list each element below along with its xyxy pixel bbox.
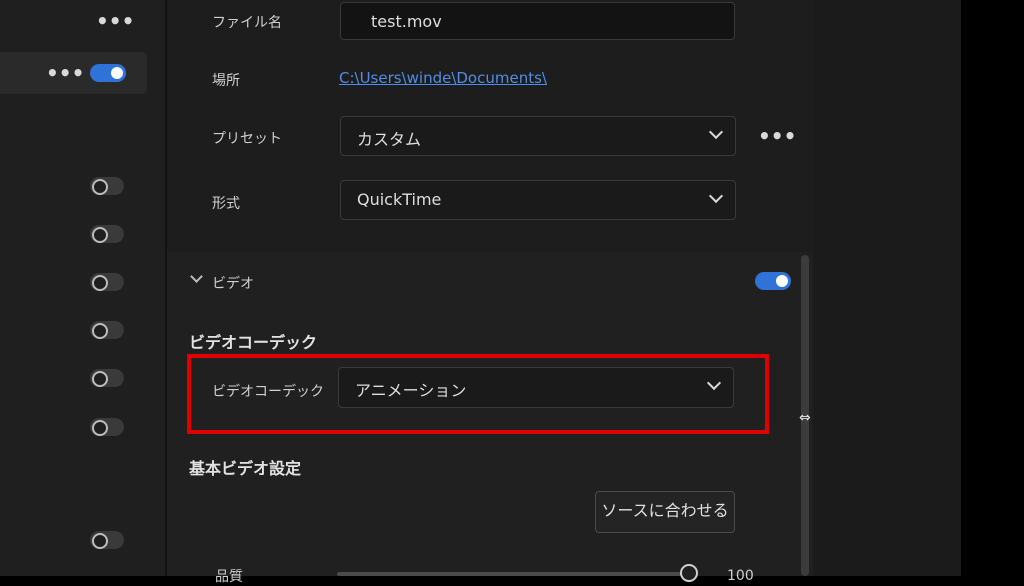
highlight-box <box>187 354 769 434</box>
row-toggle-off[interactable] <box>90 369 124 387</box>
preset-dropdown[interactable]: カスタム <box>340 116 736 156</box>
filename-label: ファイル名 <box>212 15 282 31</box>
format-label: 形式 <box>212 196 240 212</box>
chevron-down-icon <box>708 124 724 140</box>
row-toggle-off[interactable] <box>90 225 124 243</box>
right-panel <box>813 0 961 576</box>
row-toggle-off[interactable] <box>90 531 124 549</box>
left-panel: ••• ••• <box>0 0 165 576</box>
export-settings-panel: ファイル名 test.mov 場所 C:\Users\winde\Documen… <box>167 0 813 585</box>
row-more-options-icon[interactable]: ••• <box>46 63 84 83</box>
basic-video-settings-heading: 基本ビデオ設定 <box>189 459 302 478</box>
row-toggle-off[interactable] <box>90 418 124 436</box>
match-source-button[interactable]: ソースに合わせる <box>595 491 735 533</box>
format-dropdown[interactable]: QuickTime <box>340 180 736 220</box>
quality-slider-knob[interactable] <box>680 564 698 582</box>
outer-background <box>961 0 1024 576</box>
video-codec-heading: ビデオコーデック <box>189 333 318 352</box>
collapse-chevron-icon[interactable] <box>190 270 203 283</box>
video-section-label[interactable]: ビデオ <box>212 273 254 293</box>
preset-label: プリセット <box>212 131 282 147</box>
quality-value: 100 <box>727 568 754 584</box>
resize-cursor-icon: ⇔ <box>799 410 811 426</box>
more-options-icon[interactable]: ••• <box>96 11 134 31</box>
filename-field[interactable]: test.mov <box>340 2 735 40</box>
quality-slider-track[interactable] <box>337 572 682 576</box>
row-toggle-off[interactable] <box>90 273 124 291</box>
video-enable-toggle[interactable] <box>755 272 791 290</box>
location-link[interactable]: C:\Users\winde\Documents\ <box>339 69 547 87</box>
preset-more-options-icon[interactable]: ••• <box>758 126 796 146</box>
filename-value: test.mov <box>371 12 442 31</box>
row-toggle-off[interactable] <box>90 177 124 195</box>
preset-value: カスタム <box>357 130 422 149</box>
row-toggle-off[interactable] <box>90 321 124 339</box>
quality-label: 品質 <box>215 569 243 585</box>
row-toggle-on[interactable] <box>90 64 126 82</box>
format-value: QuickTime <box>357 190 442 209</box>
location-label: 場所 <box>212 73 240 89</box>
chevron-down-icon <box>708 188 724 204</box>
